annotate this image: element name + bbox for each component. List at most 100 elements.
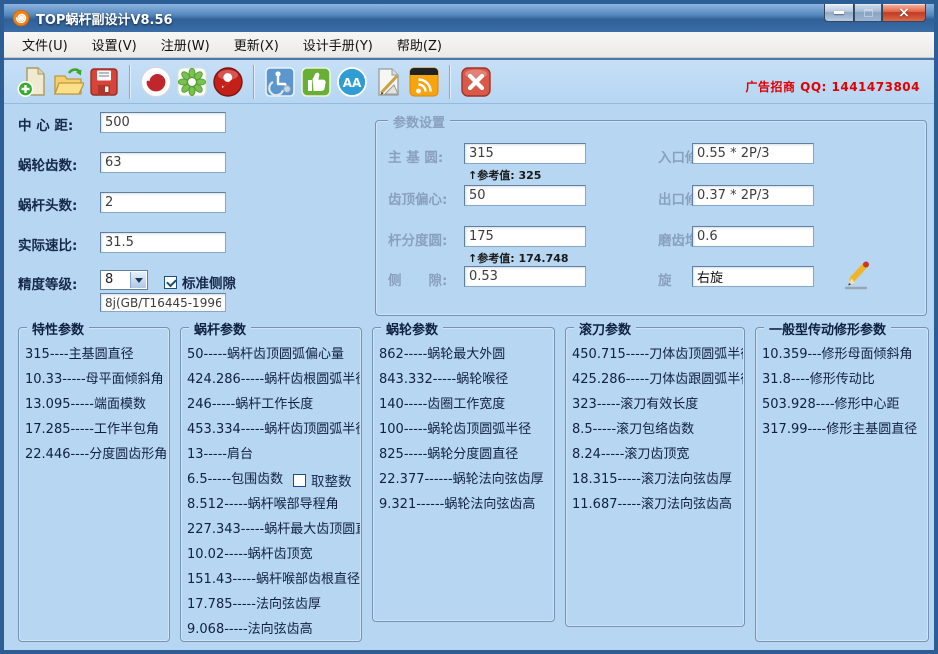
group-title: 一般型传动修形参数 bbox=[764, 319, 891, 338]
menu-file[interactable]: 文件(U) bbox=[10, 32, 80, 57]
group-worm-params: 蜗杆参数 50-----蜗杆齿顶圆弧偏心量424.286-----蜗杆齿根圆弧半… bbox=[180, 327, 362, 642]
param-settings-group: 参数设置 主 基 圆: ↑参考值: 325 齿顶偏心: 杆分度圆: ↑参考值: … bbox=[375, 120, 927, 316]
toolbar: AA 广告招商 QQ: 1441473804 bbox=[4, 58, 934, 104]
thumbs-up-icon[interactable] bbox=[298, 63, 334, 101]
param-list: 862-----蜗轮最大外圆843.332-----蜗轮喉径140-----齿圈… bbox=[379, 342, 553, 517]
toolbar-separator bbox=[449, 65, 451, 99]
param-line: 227.343-----蜗杆最大齿顶圆直 bbox=[187, 517, 360, 542]
chevron-down-icon bbox=[135, 278, 143, 283]
worm-spiral-icon[interactable] bbox=[138, 63, 174, 101]
round-integer-checkbox[interactable]: 取整数 bbox=[293, 470, 352, 490]
param-line: 10.33-----母平面倾斜角 bbox=[25, 367, 168, 392]
grinding-allowance-input[interactable] bbox=[692, 226, 814, 247]
edit-pencil-icon[interactable] bbox=[838, 257, 874, 293]
param-line: 31.8----修形传动比 bbox=[762, 367, 927, 392]
main-base-circle-hint: ↑参考值: 325 bbox=[468, 167, 541, 183]
save-icon[interactable] bbox=[86, 63, 122, 101]
param-line: 315----主基圆直径 bbox=[25, 342, 168, 367]
exit-relief-input[interactable] bbox=[692, 185, 814, 206]
param-line: 10.359---修形母面倾斜角 bbox=[762, 342, 927, 367]
group-title: 蜗轮参数 bbox=[381, 319, 443, 338]
ad-text: 广告招商 QQ: 1441473804 bbox=[745, 78, 920, 95]
precision-value: 8 bbox=[105, 272, 113, 287]
group-wheel-params: 蜗轮参数 862-----蜗轮最大外圆843.332-----蜗轮喉径140--… bbox=[372, 327, 555, 622]
param-line: 843.332-----蜗轮喉径 bbox=[379, 367, 553, 392]
exit-app-icon[interactable] bbox=[458, 63, 494, 101]
app-logo-icon bbox=[12, 9, 30, 27]
param-settings-title: 参数设置 bbox=[388, 112, 450, 131]
worm-threads-input[interactable] bbox=[100, 192, 226, 213]
menu-update[interactable]: 更新(X) bbox=[222, 32, 291, 57]
draft-tools-icon[interactable] bbox=[370, 63, 406, 101]
param-line: 825-----蜗轮分度圆直径 bbox=[379, 442, 553, 467]
menu-bar: 文件(U) 设置(V) 注册(W) 更新(X) 设计手册(Y) 帮助(Z) bbox=[4, 32, 934, 58]
pitch-circle-hint: ↑参考值: 174.748 bbox=[468, 250, 569, 266]
tip-eccentricity-input[interactable] bbox=[464, 185, 586, 206]
backlash-input[interactable] bbox=[464, 266, 586, 287]
main-base-circle-input[interactable] bbox=[464, 143, 586, 164]
param-line: 424.286-----蜗杆齿根圆弧半径 bbox=[187, 367, 360, 392]
hand-direction-input[interactable] bbox=[692, 266, 814, 287]
param-line: 453.334-----蜗杆齿顶圆弧半径 bbox=[187, 417, 360, 442]
round-integer-label: 取整数 bbox=[311, 470, 352, 490]
titlebar[interactable]: TOP蜗杆副设计V8.56 × bbox=[4, 4, 934, 32]
app-window: TOP蜗杆副设计V8.56 × 文件(U) 设置(V) 注册(W) 更新(X) … bbox=[0, 0, 938, 654]
menu-help[interactable]: 帮助(Z) bbox=[385, 32, 454, 57]
param-line: 10.02-----蜗杆齿顶宽 bbox=[187, 542, 360, 567]
param-line: 9.321------蜗轮法向弦齿高 bbox=[379, 492, 553, 517]
window-title: TOP蜗杆副设计V8.56 bbox=[36, 9, 173, 28]
main-area: 中 心 距: 蜗轮齿数: 蜗杆头数: 实际速比: 精度等级: 8 标准侧隙 参数… bbox=[4, 104, 934, 650]
group-characteristic-params: 特性参数 315----主基圆直径10.33-----母平面倾斜角13.095-… bbox=[18, 327, 170, 642]
actual-ratio-label: 实际速比: bbox=[18, 234, 108, 254]
repair-wrench-icon[interactable] bbox=[210, 63, 246, 101]
precision-standard-input[interactable] bbox=[100, 293, 226, 312]
standard-backlash-checkbox[interactable]: 标准侧隙 bbox=[164, 272, 236, 292]
param-line: 13.095-----端面模数 bbox=[25, 392, 168, 417]
font-aa-icon[interactable]: AA bbox=[334, 63, 370, 101]
param-line: 450.715-----刀体齿顶圆弧半径 bbox=[572, 342, 743, 367]
new-file-icon[interactable] bbox=[14, 63, 50, 101]
minimize-button[interactable] bbox=[824, 4, 854, 22]
param-line: 13-----肩台 bbox=[187, 442, 360, 467]
checkbox-icon bbox=[293, 474, 306, 487]
window-controls: × bbox=[824, 4, 926, 22]
combo-dropdown-button[interactable] bbox=[130, 272, 146, 288]
param-line: 503.928----修形中心距 bbox=[762, 392, 927, 417]
pitch-circle-input[interactable] bbox=[464, 226, 586, 247]
standard-backlash-label: 标准侧隙 bbox=[182, 272, 236, 292]
param-line: 140-----齿圈工作宽度 bbox=[379, 392, 553, 417]
param-line: 8.5-----滚刀包络齿数 bbox=[572, 417, 743, 442]
param-line: 862-----蜗轮最大外圆 bbox=[379, 342, 553, 367]
wheel-teeth-input[interactable] bbox=[100, 152, 226, 173]
tip-eccentricity-label: 齿顶偏心: bbox=[388, 188, 447, 208]
param-list: 50-----蜗杆齿顶圆弧偏心量424.286-----蜗杆齿根圆弧半径246-… bbox=[187, 342, 360, 642]
menu-design-manual[interactable]: 设计手册(Y) bbox=[291, 32, 385, 57]
param-line: 8.24-----滚刀齿顶宽 bbox=[572, 442, 743, 467]
open-folder-icon[interactable] bbox=[50, 63, 86, 101]
rss-feed-icon[interactable] bbox=[406, 63, 442, 101]
actual-ratio-input[interactable] bbox=[100, 232, 226, 253]
wheel-teeth-label: 蜗轮齿数: bbox=[18, 154, 108, 174]
group-modification-params: 一般型传动修形参数 10.359---修形母面倾斜角31.8----修形传动比5… bbox=[755, 327, 929, 642]
param-line: 100-----蜗轮齿顶圆弧半径 bbox=[379, 417, 553, 442]
svg-text:AA: AA bbox=[343, 76, 362, 90]
param-line: 50-----蜗杆齿顶圆弧偏心量 bbox=[187, 342, 360, 367]
accessibility-icon[interactable] bbox=[262, 63, 298, 101]
maximize-icon bbox=[864, 9, 873, 17]
menu-register[interactable]: 注册(W) bbox=[149, 32, 222, 57]
precision-select[interactable]: 8 bbox=[100, 270, 148, 290]
center-distance-label: 中 心 距: bbox=[18, 114, 108, 134]
maximize-button[interactable] bbox=[854, 4, 882, 22]
main-base-circle-label: 主 基 圆: bbox=[388, 146, 443, 166]
center-distance-input[interactable] bbox=[100, 112, 226, 133]
pitch-circle-label: 杆分度圆: bbox=[388, 229, 447, 249]
gear-settings-icon[interactable] bbox=[174, 63, 210, 101]
entry-relief-input[interactable] bbox=[692, 143, 814, 164]
precision-label: 精度等级: bbox=[18, 273, 108, 293]
param-line: 22.377------蜗轮法向弦齿厚 bbox=[379, 467, 553, 492]
param-line: 22.446----分度圆齿形角 bbox=[25, 442, 168, 467]
param-line: 246-----蜗杆工作长度 bbox=[187, 392, 360, 417]
param-list: 10.359---修形母面倾斜角31.8----修形传动比503.928----… bbox=[762, 342, 927, 442]
menu-settings[interactable]: 设置(V) bbox=[80, 32, 149, 57]
close-button[interactable]: × bbox=[882, 4, 926, 22]
